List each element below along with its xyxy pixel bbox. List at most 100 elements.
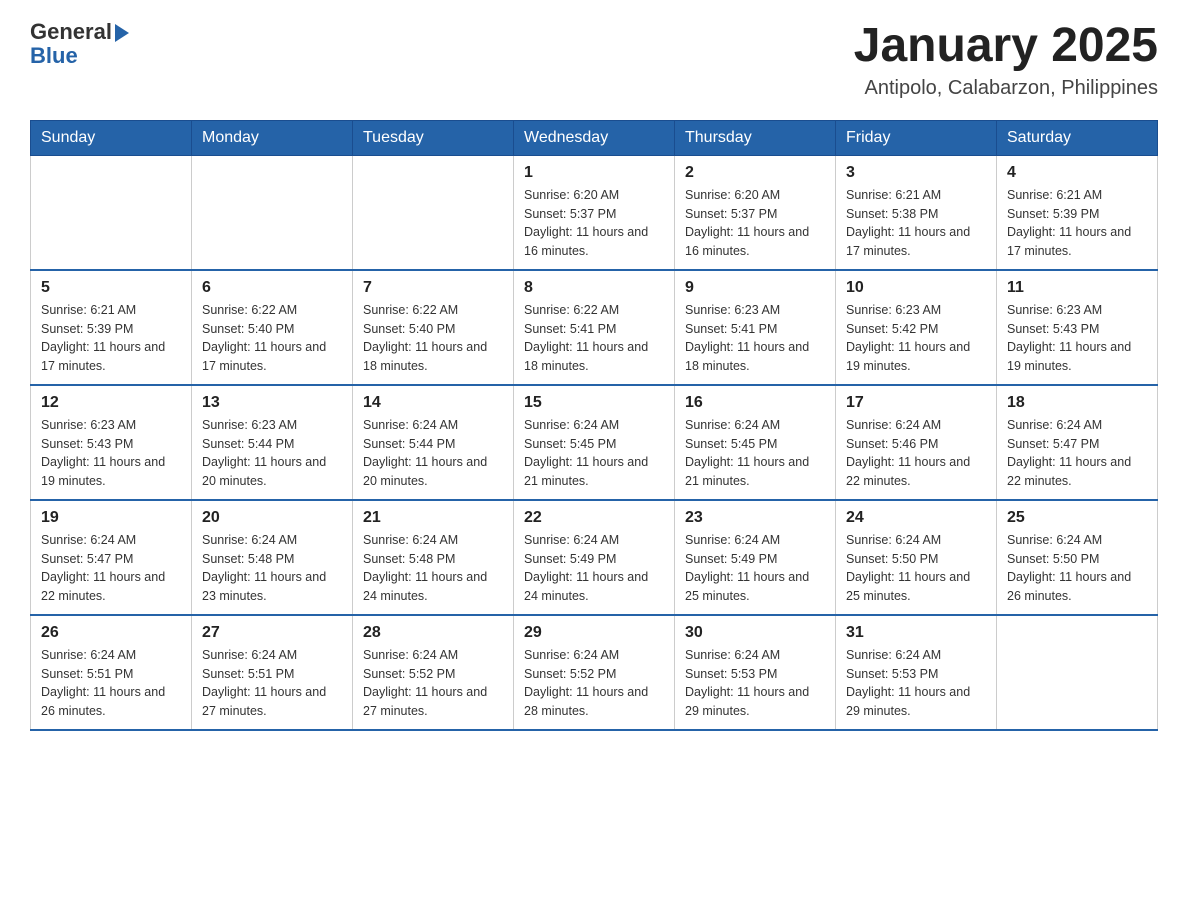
day-number: 29	[524, 624, 664, 642]
day-number: 18	[1007, 394, 1147, 412]
logo-general: General	[30, 20, 112, 44]
calendar-day-16: 16Sunrise: 6:24 AMSunset: 5:45 PMDayligh…	[675, 385, 836, 500]
day-number: 14	[363, 394, 503, 412]
calendar-day-11: 11 Sunrise: 6:23 AMSunset: 5:43 PMDayligh…	[997, 270, 1158, 385]
day-info: Sunrise: 6:23 AMSunset: 5:43 PMDaylight:…	[1007, 301, 1147, 376]
calendar-week-row: 1 Sunrise: 6:20 AMSunset: 5:37 PMDaylight…	[31, 155, 1158, 270]
calendar-day-3: 3Sunrise: 6:21 AMSunset: 5:38 PMDaylight…	[836, 155, 997, 270]
day-info: Sunrise: 6:21 AMSunset: 5:39 PMDaylight:…	[41, 301, 181, 376]
calendar-day-10: 10Sunrise: 6:23 AMSunset: 5:42 PMDayligh…	[836, 270, 997, 385]
calendar-day-header-saturday: Saturday	[997, 120, 1158, 155]
calendar-day-8: 8Sunrise: 6:22 AMSunset: 5:41 PMDaylight…	[514, 270, 675, 385]
calendar-empty-cell	[353, 155, 514, 270]
calendar-day-header-friday: Friday	[836, 120, 997, 155]
day-number: 27	[202, 624, 342, 642]
calendar-day-31: 31 Sunrise: 6:24 AMSunset: 5:53 PMDayligh…	[836, 615, 997, 730]
calendar-day-12: 12 Sunrise: 6:23 AMSunset: 5:43 PMDayligh…	[31, 385, 192, 500]
day-number: 25	[1007, 509, 1147, 527]
day-number: 12	[41, 394, 181, 412]
day-number: 24	[846, 509, 986, 527]
day-info: Sunrise: 6:21 AMSunset: 5:38 PMDaylight:…	[846, 186, 986, 261]
day-info: Sunrise: 6:24 AMSunset: 5:50 PMDaylight:…	[846, 531, 986, 606]
day-info: Sunrise: 6:22 AMSunset: 5:41 PMDaylight:…	[524, 301, 664, 376]
day-number: 31	[846, 624, 986, 642]
calendar-day-7: 7 Sunrise: 6:22 AMSunset: 5:40 PMDaylight…	[353, 270, 514, 385]
calendar-day-header-sunday: Sunday	[31, 120, 192, 155]
day-info: Sunrise: 6:24 AMSunset: 5:48 PMDaylight:…	[202, 531, 342, 606]
day-number: 26	[41, 624, 181, 642]
day-info: Sunrise: 6:22 AMSunset: 5:40 PMDaylight:…	[363, 301, 503, 376]
calendar-day-20: 20 Sunrise: 6:24 AMSunset: 5:48 PMDayligh…	[192, 500, 353, 615]
day-info: Sunrise: 6:24 AMSunset: 5:47 PMDaylight:…	[41, 531, 181, 606]
day-number: 15	[524, 394, 664, 412]
day-info: Sunrise: 6:22 AMSunset: 5:40 PMDaylight:…	[202, 301, 342, 376]
day-number: 2	[685, 164, 825, 182]
day-info: Sunrise: 6:23 AMSunset: 5:42 PMDaylight:…	[846, 301, 986, 376]
day-info: Sunrise: 6:24 AMSunset: 5:52 PMDaylight:…	[363, 646, 503, 721]
calendar-day-4: 4Sunrise: 6:21 AMSunset: 5:39 PMDaylight…	[997, 155, 1158, 270]
calendar-day-30: 30 Sunrise: 6:24 AMSunset: 5:53 PMDayligh…	[675, 615, 836, 730]
day-number: 20	[202, 509, 342, 527]
calendar-day-5: 5 Sunrise: 6:21 AMSunset: 5:39 PMDaylight…	[31, 270, 192, 385]
day-number: 28	[363, 624, 503, 642]
calendar-day-17: 17Sunrise: 6:24 AMSunset: 5:46 PMDayligh…	[836, 385, 997, 500]
calendar-day-9: 9Sunrise: 6:23 AMSunset: 5:41 PMDaylight…	[675, 270, 836, 385]
page-title: January 2025	[854, 20, 1158, 73]
calendar-table: SundayMondayTuesdayWednesdayThursdayFrid…	[30, 120, 1158, 731]
page-header: General Blue January 2025 Antipolo, Cala…	[30, 20, 1158, 100]
logo: General Blue	[30, 20, 129, 68]
calendar-day-27: 27 Sunrise: 6:24 AMSunset: 5:51 PMDayligh…	[192, 615, 353, 730]
day-info: Sunrise: 6:20 AMSunset: 5:37 PMDaylight:…	[524, 186, 664, 261]
day-number: 19	[41, 509, 181, 527]
day-info: Sunrise: 6:23 AMSunset: 5:43 PMDaylight:…	[41, 416, 181, 491]
day-number: 13	[202, 394, 342, 412]
day-number: 7	[363, 279, 503, 297]
day-info: Sunrise: 6:24 AMSunset: 5:47 PMDaylight:…	[1007, 416, 1147, 491]
title-block: January 2025 Antipolo, Calabarzon, Phili…	[854, 20, 1158, 100]
day-info: Sunrise: 6:24 AMSunset: 5:46 PMDaylight:…	[846, 416, 986, 491]
calendar-day-6: 6 Sunrise: 6:22 AMSunset: 5:40 PMDaylight…	[192, 270, 353, 385]
calendar-day-header-thursday: Thursday	[675, 120, 836, 155]
day-info: Sunrise: 6:24 AMSunset: 5:45 PMDaylight:…	[524, 416, 664, 491]
day-info: Sunrise: 6:24 AMSunset: 5:51 PMDaylight:…	[41, 646, 181, 721]
calendar-day-header-wednesday: Wednesday	[514, 120, 675, 155]
calendar-week-row: 26 Sunrise: 6:24 AMSunset: 5:51 PMDayligh…	[31, 615, 1158, 730]
calendar-week-row: 19 Sunrise: 6:24 AMSunset: 5:47 PMDayligh…	[31, 500, 1158, 615]
page-subtitle: Antipolo, Calabarzon, Philippines	[854, 77, 1158, 100]
calendar-day-14: 14 Sunrise: 6:24 AMSunset: 5:44 PMDayligh…	[353, 385, 514, 500]
day-number: 11	[1007, 279, 1147, 297]
day-info: Sunrise: 6:24 AMSunset: 5:44 PMDaylight:…	[363, 416, 503, 491]
day-info: Sunrise: 6:24 AMSunset: 5:49 PMDaylight:…	[524, 531, 664, 606]
day-info: Sunrise: 6:23 AMSunset: 5:41 PMDaylight:…	[685, 301, 825, 376]
calendar-week-row: 5 Sunrise: 6:21 AMSunset: 5:39 PMDaylight…	[31, 270, 1158, 385]
calendar-day-15: 15 Sunrise: 6:24 AMSunset: 5:45 PMDayligh…	[514, 385, 675, 500]
calendar-header-row: SundayMondayTuesdayWednesdayThursdayFrid…	[31, 120, 1158, 155]
day-info: Sunrise: 6:20 AMSunset: 5:37 PMDaylight:…	[685, 186, 825, 261]
day-number: 6	[202, 279, 342, 297]
calendar-day-18: 18 Sunrise: 6:24 AMSunset: 5:47 PMDayligh…	[997, 385, 1158, 500]
day-info: Sunrise: 6:24 AMSunset: 5:49 PMDaylight:…	[685, 531, 825, 606]
calendar-day-23: 23 Sunrise: 6:24 AMSunset: 5:49 PMDayligh…	[675, 500, 836, 615]
calendar-day-25: 25 Sunrise: 6:24 AMSunset: 5:50 PMDayligh…	[997, 500, 1158, 615]
day-number: 22	[524, 509, 664, 527]
calendar-day-21: 21Sunrise: 6:24 AMSunset: 5:48 PMDayligh…	[353, 500, 514, 615]
day-number: 23	[685, 509, 825, 527]
day-info: Sunrise: 6:24 AMSunset: 5:52 PMDaylight:…	[524, 646, 664, 721]
day-number: 16	[685, 394, 825, 412]
day-info: Sunrise: 6:24 AMSunset: 5:50 PMDaylight:…	[1007, 531, 1147, 606]
calendar-week-row: 12 Sunrise: 6:23 AMSunset: 5:43 PMDayligh…	[31, 385, 1158, 500]
calendar-day-26: 26 Sunrise: 6:24 AMSunset: 5:51 PMDayligh…	[31, 615, 192, 730]
calendar-day-2: 2 Sunrise: 6:20 AMSunset: 5:37 PMDaylight…	[675, 155, 836, 270]
calendar-day-28: 28 Sunrise: 6:24 AMSunset: 5:52 PMDayligh…	[353, 615, 514, 730]
day-number: 1	[524, 164, 664, 182]
logo-blue: Blue	[30, 44, 129, 68]
day-number: 4	[1007, 164, 1147, 182]
day-info: Sunrise: 6:24 AMSunset: 5:53 PMDaylight:…	[846, 646, 986, 721]
day-number: 30	[685, 624, 825, 642]
logo-arrow-icon	[115, 24, 129, 42]
day-info: Sunrise: 6:24 AMSunset: 5:51 PMDaylight:…	[202, 646, 342, 721]
day-number: 5	[41, 279, 181, 297]
day-info: Sunrise: 6:24 AMSunset: 5:53 PMDaylight:…	[685, 646, 825, 721]
calendar-day-13: 13Sunrise: 6:23 AMSunset: 5:44 PMDayligh…	[192, 385, 353, 500]
calendar-day-29: 29 Sunrise: 6:24 AMSunset: 5:52 PMDayligh…	[514, 615, 675, 730]
